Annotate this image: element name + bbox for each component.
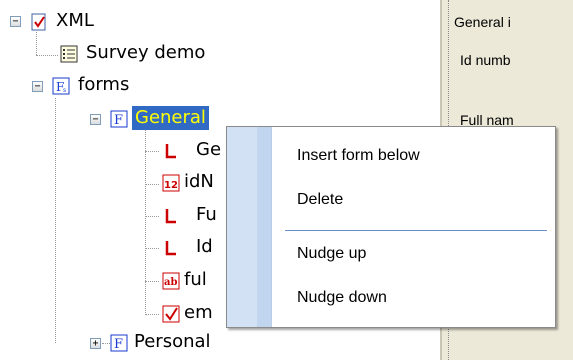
panel-title: General i (454, 14, 511, 30)
tree-connector (145, 248, 159, 249)
number-field-icon: 12 (162, 174, 180, 192)
tree-item-survey-demo[interactable]: Survey demo (86, 41, 205, 65)
menu-item-nudge-up[interactable]: Nudge up (297, 245, 366, 263)
tree-item-child[interactable]: Ge (196, 138, 221, 162)
panel-field-label: Id numb (460, 52, 511, 68)
tree-item-general[interactable]: General (132, 106, 209, 130)
svg-text:12: 12 (164, 180, 178, 191)
tree-item-forms[interactable]: forms (78, 73, 129, 97)
label-icon (165, 209, 176, 224)
tree-connector (55, 98, 56, 343)
svg-text:s: s (63, 87, 66, 94)
xml-document-icon (31, 13, 46, 31)
tree-connector (145, 184, 159, 185)
forms-folder-icon: F s (52, 77, 70, 95)
tree-connector (102, 343, 110, 344)
tree-connector (145, 216, 159, 217)
tree-item-xml[interactable]: XML (56, 9, 94, 33)
expand-toggle[interactable]: + (90, 338, 101, 349)
text-field-icon: ab (162, 272, 180, 290)
form-icon: F (110, 110, 128, 128)
tree-item-child[interactable]: Fu (196, 203, 217, 227)
tree-item-child[interactable]: ful (184, 268, 207, 292)
tree-item-child[interactable]: em (184, 301, 213, 325)
survey-document-icon (60, 45, 78, 63)
checkbox-field-icon (162, 305, 180, 323)
menu-item-nudge-down[interactable]: Nudge down (297, 289, 387, 307)
svg-text:ab: ab (164, 277, 177, 288)
menu-item-insert-form-below[interactable]: Insert form below (297, 147, 420, 165)
menu-gutter-shade (257, 127, 271, 327)
svg-text:F: F (114, 113, 123, 128)
tree-item-child[interactable]: idN (184, 170, 214, 194)
tree-connector (145, 281, 159, 282)
menu-separator (285, 230, 547, 231)
form-icon: F (110, 334, 128, 352)
menu-item-delete[interactable]: Delete (297, 191, 343, 209)
svg-text:F: F (114, 337, 123, 352)
tree-connector (145, 314, 159, 315)
label-icon (165, 241, 176, 256)
context-menu: Insert form below Delete Nudge up Nudge … (226, 126, 556, 328)
tree-connector (145, 130, 146, 315)
label-icon (165, 144, 176, 159)
collapse-toggle[interactable]: − (32, 81, 43, 92)
tree-connector (145, 151, 159, 152)
tree-connector (36, 32, 37, 55)
tree-connector (36, 55, 58, 56)
collapse-toggle[interactable]: − (10, 16, 21, 27)
tree-item-child[interactable]: Id (196, 235, 213, 259)
tree-item-personal[interactable]: Personal (134, 330, 211, 354)
collapse-toggle[interactable]: − (90, 114, 101, 125)
